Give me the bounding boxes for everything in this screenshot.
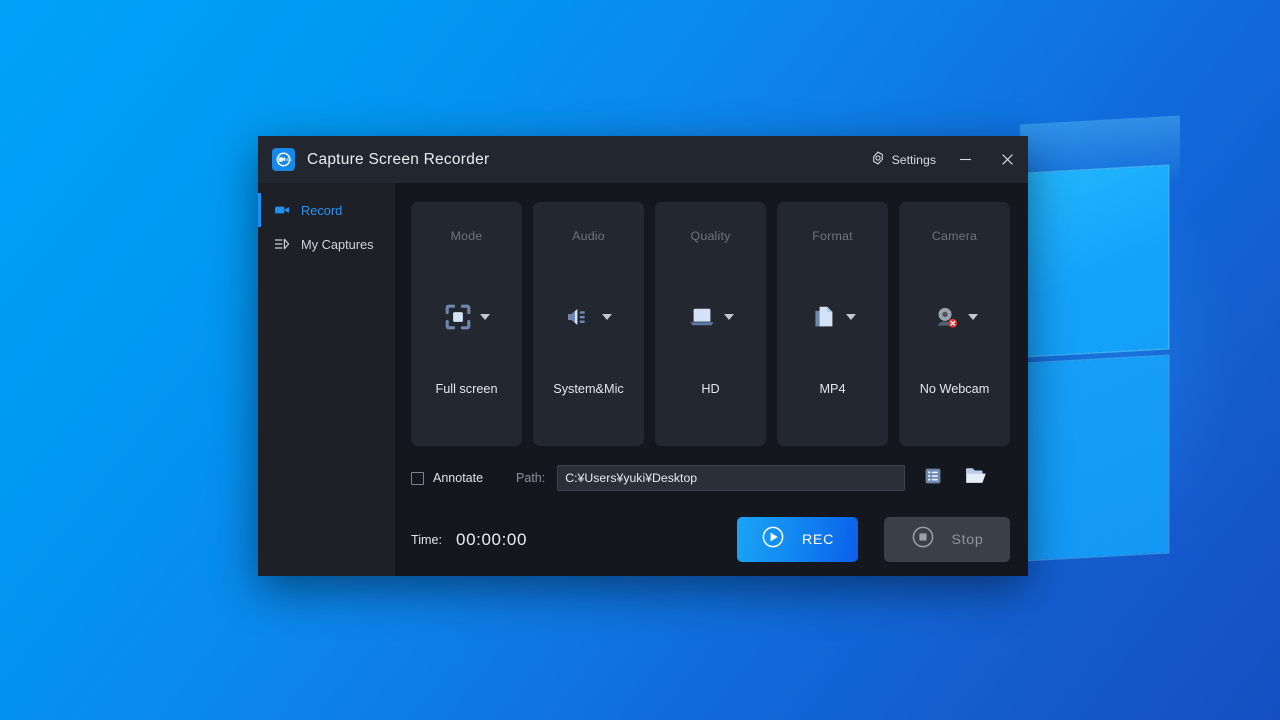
svg-text:REC: REC xyxy=(284,158,292,162)
format-chevron-down-icon[interactable] xyxy=(846,314,856,320)
wallpaper-sheen xyxy=(1020,115,1180,195)
stop-label: Stop xyxy=(951,531,984,548)
mode-card[interactable]: Mode Full screen xyxy=(411,202,522,446)
path-row: Annotate Path: xyxy=(411,465,1010,491)
sidebar-item-label-record: Record xyxy=(301,202,343,218)
desktop-background: REC Capture Screen Recorder Settings Rec… xyxy=(0,0,1280,720)
annotate-checkbox-box[interactable] xyxy=(411,471,424,485)
format-card-icon-row xyxy=(777,300,888,334)
open-folder-button[interactable] xyxy=(963,465,989,491)
camera-card-value: No Webcam xyxy=(919,382,990,396)
window-body: Record My Captures Mode Full screen Audi… xyxy=(258,183,1028,576)
speaker-icon xyxy=(565,302,595,332)
mode-card-icon-row xyxy=(411,300,522,334)
options-cards-row: Mode Full screen Audio System&Mic Qualit… xyxy=(411,202,1010,446)
fullscreen-capture-icon xyxy=(443,302,473,332)
title-bar: REC Capture Screen Recorder Settings xyxy=(258,136,1028,183)
format-card-value: MP4 xyxy=(819,382,846,396)
settings-label: Settings xyxy=(891,152,936,167)
list-icon xyxy=(924,467,942,490)
camera-card[interactable]: Camera No Webcam xyxy=(899,202,1010,446)
sidebar: Record My Captures xyxy=(258,183,395,576)
stop-square-icon xyxy=(911,525,935,554)
capture-screen-recorder-window: REC Capture Screen Recorder Settings Rec… xyxy=(258,136,1028,576)
video-camera-icon xyxy=(274,202,290,218)
sidebar-item-my-captures[interactable]: My Captures xyxy=(258,227,395,261)
gear-icon xyxy=(871,151,885,168)
stop-button[interactable]: Stop xyxy=(884,517,1010,562)
windows-logo-pane-bottom xyxy=(1026,356,1168,560)
open-folder-icon xyxy=(965,466,987,490)
sidebar-item-record[interactable]: Record xyxy=(258,193,395,227)
audio-card-title: Audio xyxy=(572,229,605,243)
sidebar-item-label-my-captures: My Captures xyxy=(301,236,374,252)
quality-card-icon-row xyxy=(655,300,766,334)
close-icon xyxy=(1001,153,1014,166)
page-title: Capture Screen Recorder xyxy=(307,150,490,168)
windows-logo-pane-top xyxy=(1026,166,1168,356)
quality-card-title: Quality xyxy=(690,229,731,243)
time-value: 00:00:00 xyxy=(456,529,528,549)
format-card[interactable]: Format MP4 xyxy=(777,202,888,446)
path-input[interactable] xyxy=(557,465,906,491)
time-label: Time: xyxy=(411,532,443,547)
audio-card-value: System&Mic xyxy=(553,382,624,396)
mode-chevron-down-icon[interactable] xyxy=(480,314,490,320)
play-circle-icon xyxy=(761,525,785,554)
titlebar-controls: Settings xyxy=(863,136,1028,183)
camera-chevron-down-icon[interactable] xyxy=(968,314,978,320)
audio-card-icon-row xyxy=(533,300,644,334)
content-area: Mode Full screen Audio System&Mic Qualit… xyxy=(395,183,1028,576)
action-row: Time: 00:00:00 REC Stop xyxy=(411,517,1010,562)
audio-card[interactable]: Audio System&Mic xyxy=(533,202,665,446)
rec-label: REC xyxy=(801,531,835,548)
quality-chevron-down-icon[interactable] xyxy=(724,314,734,320)
webcam-disabled-icon xyxy=(931,302,961,332)
mode-card-value: Full screen xyxy=(435,382,498,396)
mode-card-title: Mode xyxy=(450,229,483,243)
rec-button[interactable]: REC xyxy=(737,517,858,562)
annotate-label: Annotate xyxy=(433,471,484,485)
annotate-checkbox[interactable]: Annotate xyxy=(411,471,483,485)
rec-camera-icon: REC xyxy=(272,148,295,171)
audio-chevron-down-icon[interactable] xyxy=(602,314,612,320)
list-view-button[interactable] xyxy=(920,465,946,491)
file-page-icon xyxy=(809,302,839,332)
minimize-button[interactable] xyxy=(944,136,986,183)
camera-card-title: Camera xyxy=(931,229,978,243)
settings-button[interactable]: Settings xyxy=(863,146,944,173)
path-label: Path: xyxy=(516,471,546,485)
quality-card[interactable]: Quality HD xyxy=(655,202,766,446)
format-card-title: Format xyxy=(812,229,853,243)
close-button[interactable] xyxy=(986,136,1028,183)
captures-list-icon xyxy=(274,236,290,252)
minimize-icon xyxy=(959,153,972,166)
quality-card-value: HD xyxy=(701,382,720,396)
camera-card-icon-row xyxy=(899,300,1010,334)
monitor-icon xyxy=(687,302,717,332)
